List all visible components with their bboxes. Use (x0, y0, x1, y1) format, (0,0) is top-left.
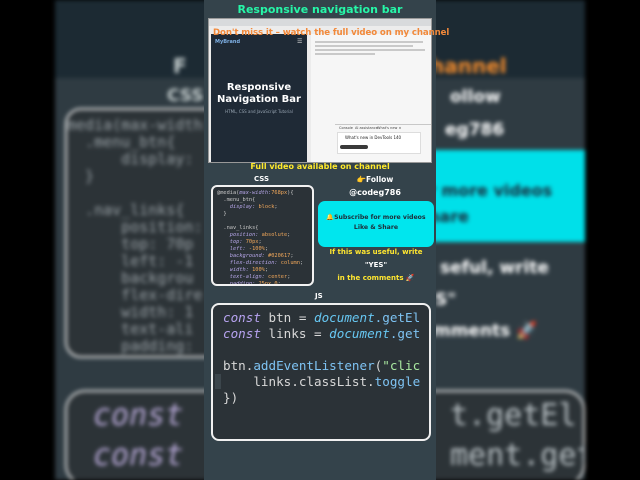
css-code-box: @media(max-width:768px){ .menu_btn{ disp… (211, 185, 314, 286)
preview-subtitle: HTML, CSS and JavaScript Tutorial (225, 109, 293, 114)
css-code-line: text-align: center; (229, 274, 291, 280)
css-code-line: position: absolute; (229, 232, 291, 238)
bg-code-line: padding: (67, 337, 194, 355)
css-code-line: left: -100%; (229, 246, 269, 252)
bg-code-line: .menu_btn{ (67, 133, 176, 151)
bg-left-label: F (173, 54, 187, 78)
preview-title-line1: Responsive (226, 82, 292, 93)
bg-big-line1-tail: t.getEl (450, 398, 577, 433)
css-code-line: @media(max-width:768px){ (217, 190, 294, 196)
bg-code-line: } (67, 167, 95, 185)
js-line3: btn.addEventListener("clic (223, 358, 421, 373)
bg-handle-tail: eg786 (445, 120, 505, 140)
bg-yes-tail: S" (435, 290, 457, 310)
css-code-line: display: block; (229, 204, 278, 210)
bg-code-line: backgrou (67, 269, 194, 287)
browser-toolbar (209, 19, 431, 26)
editor-line (315, 49, 425, 51)
css-label: CSS (254, 175, 270, 183)
css-code-line: } (217, 211, 227, 217)
subscribe-line1: 🔔Subscribe for more videos (326, 214, 426, 221)
bg-big-line2: const (93, 438, 184, 473)
editor-line (315, 53, 375, 55)
content-panel: Responsive navigation bar MyBrand ☰ Resp… (204, 0, 449, 480)
page-title: Responsive navigation bar (237, 3, 403, 16)
bg-code-line: position: (67, 218, 203, 236)
bg-code-line: text-ali (67, 320, 194, 338)
video-preview[interactable]: MyBrand ☰ Responsive Navigation Bar HTML… (208, 18, 432, 163)
prompt-line3: in the comments 🚀 (337, 274, 415, 282)
js-label: JS (315, 292, 323, 300)
js-line1: const btn = document.getEl (223, 310, 421, 325)
video-banner: Don't miss it – watch the full video on … (213, 28, 450, 38)
bg-sub-tail1: r more videos (428, 181, 553, 200)
follow-label: 👉Follow (356, 175, 394, 184)
cursor-gutter (215, 374, 221, 389)
bg-follow-tail: ollow (450, 87, 501, 107)
prompt-line2: "YES" (364, 261, 388, 269)
bg-right-label: hannel (430, 54, 507, 78)
css-code-line: top: 70px; (229, 239, 262, 245)
bg-code-line: top: 70p (67, 235, 194, 253)
bg-code-line: width: 1 (67, 303, 194, 321)
bg-comments-tail: mments 🚀 (433, 321, 538, 341)
full-video-text: Full video available on channel (250, 162, 390, 171)
devtools-tab-console[interactable]: Console (339, 126, 353, 130)
hamburger-icon: ☰ (297, 38, 303, 45)
whats-new-text: What's new in DevTools 140 (345, 135, 402, 140)
bg-css-label: CSS (167, 86, 204, 106)
bg-big-line2-tail: ment.get (450, 438, 585, 473)
js-line4: links.classList.toggle (223, 374, 421, 389)
bg-code-line: left: -1 (67, 252, 194, 270)
js-line5: }) (223, 390, 239, 405)
preview-brand: MyBrand (215, 39, 241, 45)
bg-useful-tail: seful, write (440, 258, 549, 278)
bg-code-line: .nav_links{ (67, 201, 185, 219)
preview-title: Responsive Navigation Bar (211, 82, 307, 106)
editor-line (315, 41, 423, 43)
subscribe-line2: Like & Share (353, 224, 399, 231)
bg-big-line1: const (93, 398, 184, 433)
css-code-line: .menu_btn{ (217, 197, 256, 203)
css-code-line: width: 100%; (229, 267, 269, 273)
channel-handle[interactable]: @codeg786 (322, 188, 428, 197)
bg-code-line: flex-dire (67, 286, 203, 304)
devtools-tab-ai[interactable]: AI assistance (355, 126, 378, 130)
editor-line (315, 45, 413, 47)
js-line2: const links = document.get (223, 326, 421, 341)
js-code-box: const btn = document.getEl const links =… (211, 303, 431, 441)
css-code-line: .nav_links{ (217, 225, 259, 231)
prompt-line1: If this was useful, write (329, 248, 423, 256)
css-code-line: background: #020617; (229, 253, 294, 259)
css-code-line: flex-direction: column; (229, 260, 304, 266)
devtools-tab-whats-new[interactable]: What's new × (377, 126, 401, 130)
devtools-separator (335, 124, 431, 125)
bg-code-line: display: (67, 150, 194, 168)
css-code-line: padding: 25px 0; (229, 281, 281, 286)
bg-code-line: media(max-width: (67, 116, 212, 134)
preview-title-line2: Navigation Bar (217, 94, 301, 105)
whats-new-button[interactable] (340, 145, 368, 149)
screen: F CSS hannel ollow eg786 media(max-width… (0, 0, 640, 480)
